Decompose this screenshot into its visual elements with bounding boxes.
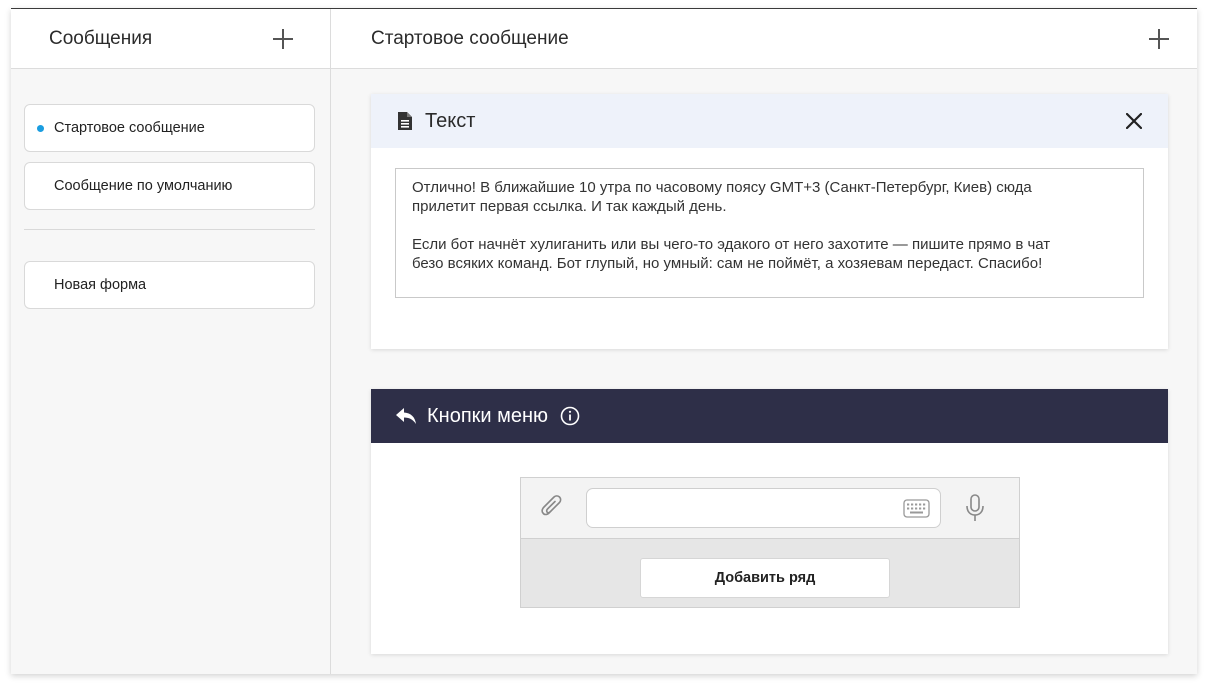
page-title: Стартовое сообщение [371,27,569,49]
messages-sidebar: Сообщения Стартовое сообщение Сообщение … [11,9,331,674]
sidebar-item-new-form[interactable]: Новая форма [24,261,315,309]
menu-block-title: Кнопки меню [427,404,549,427]
reply-icon [396,408,416,424]
sidebar-item-default-message[interactable]: Сообщение по умолчанию [24,162,315,210]
close-icon[interactable] [1126,113,1142,129]
add-message-icon[interactable] [273,28,293,49]
text-block-title: Текст [425,109,476,132]
text-block-header: Текст [371,94,1168,148]
app-window: Сообщения Стартовое сообщение Сообщение … [11,8,1197,674]
keyboard-icon[interactable] [903,499,930,518]
sidebar-divider [24,229,315,230]
document-icon [398,112,412,130]
sidebar-item-start-message[interactable]: Стартовое сообщение [24,104,315,152]
sidebar-header: Сообщения [11,9,330,69]
info-icon[interactable] [560,406,580,426]
microphone-icon[interactable] [964,493,986,525]
menu-buttons-card: Кнопки меню Добавить ряд [371,389,1168,654]
sidebar-title: Сообщения [49,27,153,49]
menu-block-header: Кнопки меню [371,389,1168,443]
sidebar-item-label: Стартовое сообщение [54,120,205,136]
sidebar-item-label: Новая форма [54,277,147,293]
editor-header: Стартовое сообщение [331,9,1197,69]
message-text-field[interactable]: Отлично! В ближайшие 10 утра по часовому… [395,168,1144,298]
keyboard-preview: Добавить ряд [520,477,1020,608]
add-row-button[interactable]: Добавить ряд [640,558,890,598]
active-dot-icon [37,125,44,132]
chat-text-input[interactable] [586,488,941,528]
add-block-icon[interactable] [1149,28,1169,49]
sidebar-item-label: Сообщение по умолчанию [54,178,233,194]
message-editor: Стартовое сообщение Текст Отлично! В бли… [331,9,1197,674]
text-block-card: Текст Отлично! В ближайшие 10 утра по ча… [371,94,1168,349]
chat-input-bar [521,478,1019,539]
paperclip-icon[interactable] [539,494,565,522]
